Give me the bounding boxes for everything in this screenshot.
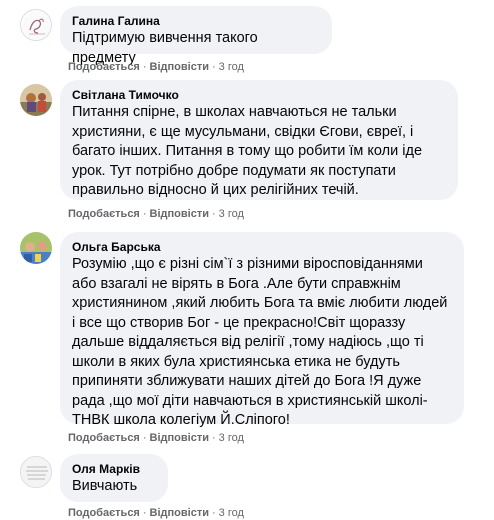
comment-bubble: Оля Марків Вивчають — [60, 454, 168, 502]
comment-timestamp[interactable]: 3 год — [219, 208, 244, 220]
reply-button[interactable]: Відповісти — [150, 61, 209, 73]
comment-bubble: Світлана Тимочко Питання спірне, в школа… — [60, 80, 458, 200]
reply-button[interactable]: Відповісти — [150, 507, 209, 519]
avatar-document-icon — [21, 457, 51, 487]
comment-bubble: Ольга Барська Розумію ,що є різні сім`ї … — [60, 232, 464, 428]
avatar[interactable] — [20, 9, 52, 41]
comment-text: Вивчають — [72, 478, 138, 494]
comment-bubble: Галина Галина Підтримую вивчення такого … — [60, 6, 332, 66]
like-button[interactable]: Подобається — [68, 507, 140, 519]
avatar[interactable] — [20, 84, 52, 116]
comment-text: Питання спірне, в школах навчаються не т… — [72, 104, 423, 198]
comment-actions: Подобається · Відповісти · 3 год — [68, 506, 244, 520]
reply-button[interactable]: Відповісти — [150, 208, 209, 220]
separator-dot: · — [211, 208, 216, 220]
avatar-photo-icon — [20, 232, 52, 264]
avatar-sketch-icon — [22, 11, 51, 40]
comment: Оля Марків Вивчають Подобається · Відповіс… — [20, 454, 480, 519]
comment-actions: Подобається · Відповісти · 3 год — [68, 207, 244, 221]
separator-dot: · — [211, 507, 216, 519]
separator-dot: · — [142, 507, 147, 519]
comment: Галина Галина Підтримую вивчення такого … — [20, 6, 480, 78]
comment-timestamp[interactable]: 3 год — [219, 61, 244, 73]
like-button[interactable]: Подобається — [68, 432, 140, 444]
separator-dot: · — [142, 208, 147, 220]
avatar-photo-icon — [20, 84, 52, 116]
comment-author[interactable]: Світлана Тимочко — [72, 87, 444, 103]
comment-timestamp[interactable]: 3 год — [219, 507, 244, 519]
reply-button[interactable]: Відповісти — [150, 432, 209, 444]
comment: Ольга Барська Розумію ,що є різні сім`ї … — [20, 232, 480, 446]
comment-author[interactable]: Галина Галина — [72, 13, 318, 29]
separator-dot: · — [211, 61, 216, 73]
comment-text: Розумію ,що є різні сім`ї з різними віро… — [72, 256, 448, 428]
comment-author[interactable]: Ольга Барська — [72, 239, 450, 255]
comment-author[interactable]: Оля Марків — [72, 461, 154, 477]
separator-dot: · — [142, 61, 147, 73]
comment-actions: Подобається · Відповісти · 3 год — [68, 431, 244, 445]
comment-actions: Подобається · Відповісти · 3 год — [68, 60, 244, 74]
separator-dot: · — [142, 432, 147, 444]
comment-timestamp[interactable]: 3 год — [219, 432, 244, 444]
avatar[interactable] — [20, 232, 52, 264]
avatar[interactable] — [20, 456, 52, 488]
like-button[interactable]: Подобається — [68, 61, 140, 73]
like-button[interactable]: Подобається — [68, 208, 140, 220]
comment: Світлана Тимочко Питання спірне, в школа… — [20, 80, 480, 222]
separator-dot: · — [211, 432, 216, 444]
